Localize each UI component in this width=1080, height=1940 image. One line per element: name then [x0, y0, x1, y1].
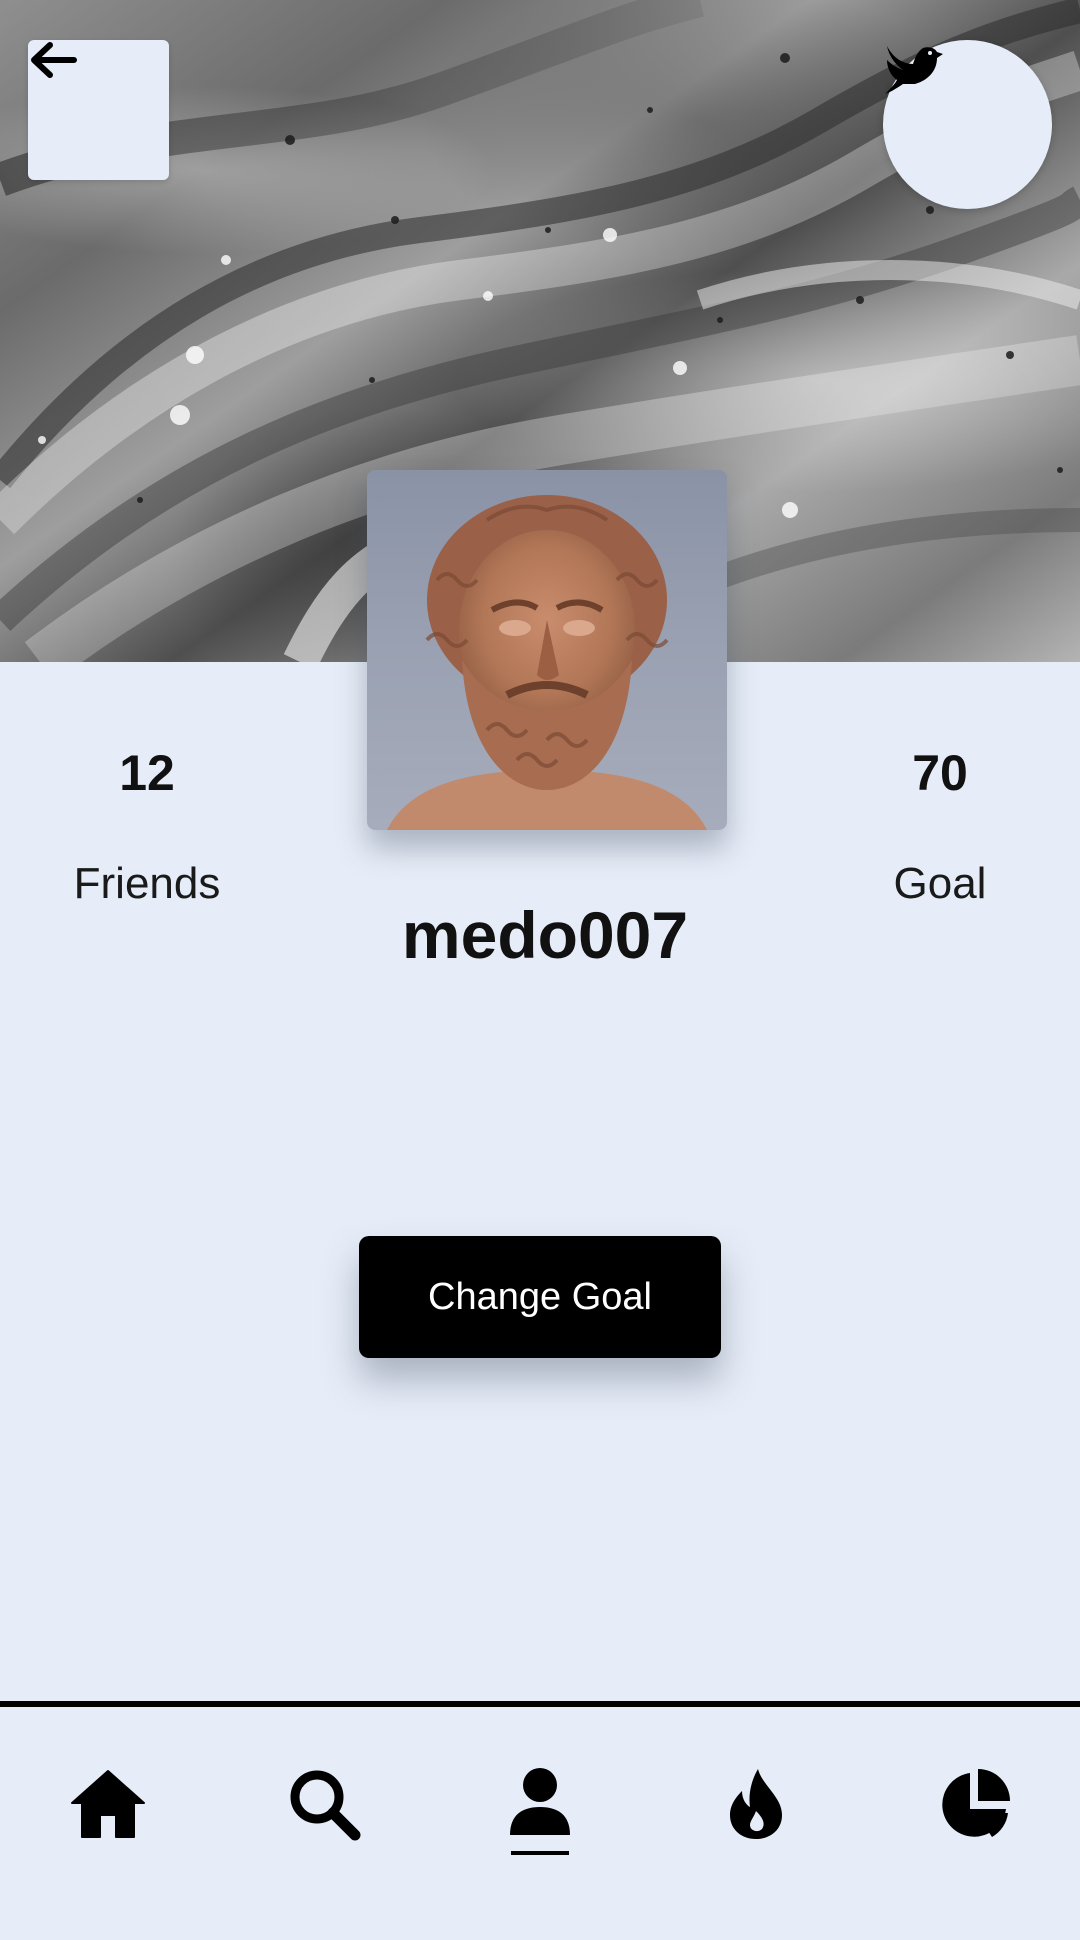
search-icon: [290, 1770, 361, 1841]
friends-count: 12: [119, 745, 175, 801]
dove-button[interactable]: [883, 40, 1052, 209]
nav-item-search[interactable]: [264, 1767, 384, 1907]
nav-item-stats[interactable]: [914, 1767, 1034, 1907]
dove-icon: [885, 46, 943, 94]
arrow-left-icon: [31, 42, 77, 78]
avatar: [367, 470, 727, 830]
nav-item-home[interactable]: [48, 1767, 168, 1907]
bottom-nav: [0, 1707, 1080, 1940]
goal-count: 70: [912, 745, 968, 801]
goal-label: Goal: [893, 859, 987, 908]
nav-item-profile[interactable]: [480, 1767, 600, 1907]
user-icon: [510, 1768, 570, 1835]
bust-portrait: [387, 495, 707, 830]
username: medo007: [401, 898, 689, 972]
pie-chart-icon: [942, 1769, 1010, 1837]
friends-label: Friends: [73, 859, 221, 908]
nav-active-indicator: [511, 1851, 569, 1855]
fire-icon: [730, 1769, 782, 1839]
friends-stat[interactable]: 12 Friends: [17, 738, 277, 914]
nav-item-streak[interactable]: [696, 1767, 816, 1907]
goal-stat[interactable]: 70 Goal: [810, 738, 1070, 914]
home-icon: [71, 1770, 145, 1838]
back-button[interactable]: [28, 40, 169, 180]
change-goal-button[interactable]: Change Goal: [359, 1236, 721, 1358]
